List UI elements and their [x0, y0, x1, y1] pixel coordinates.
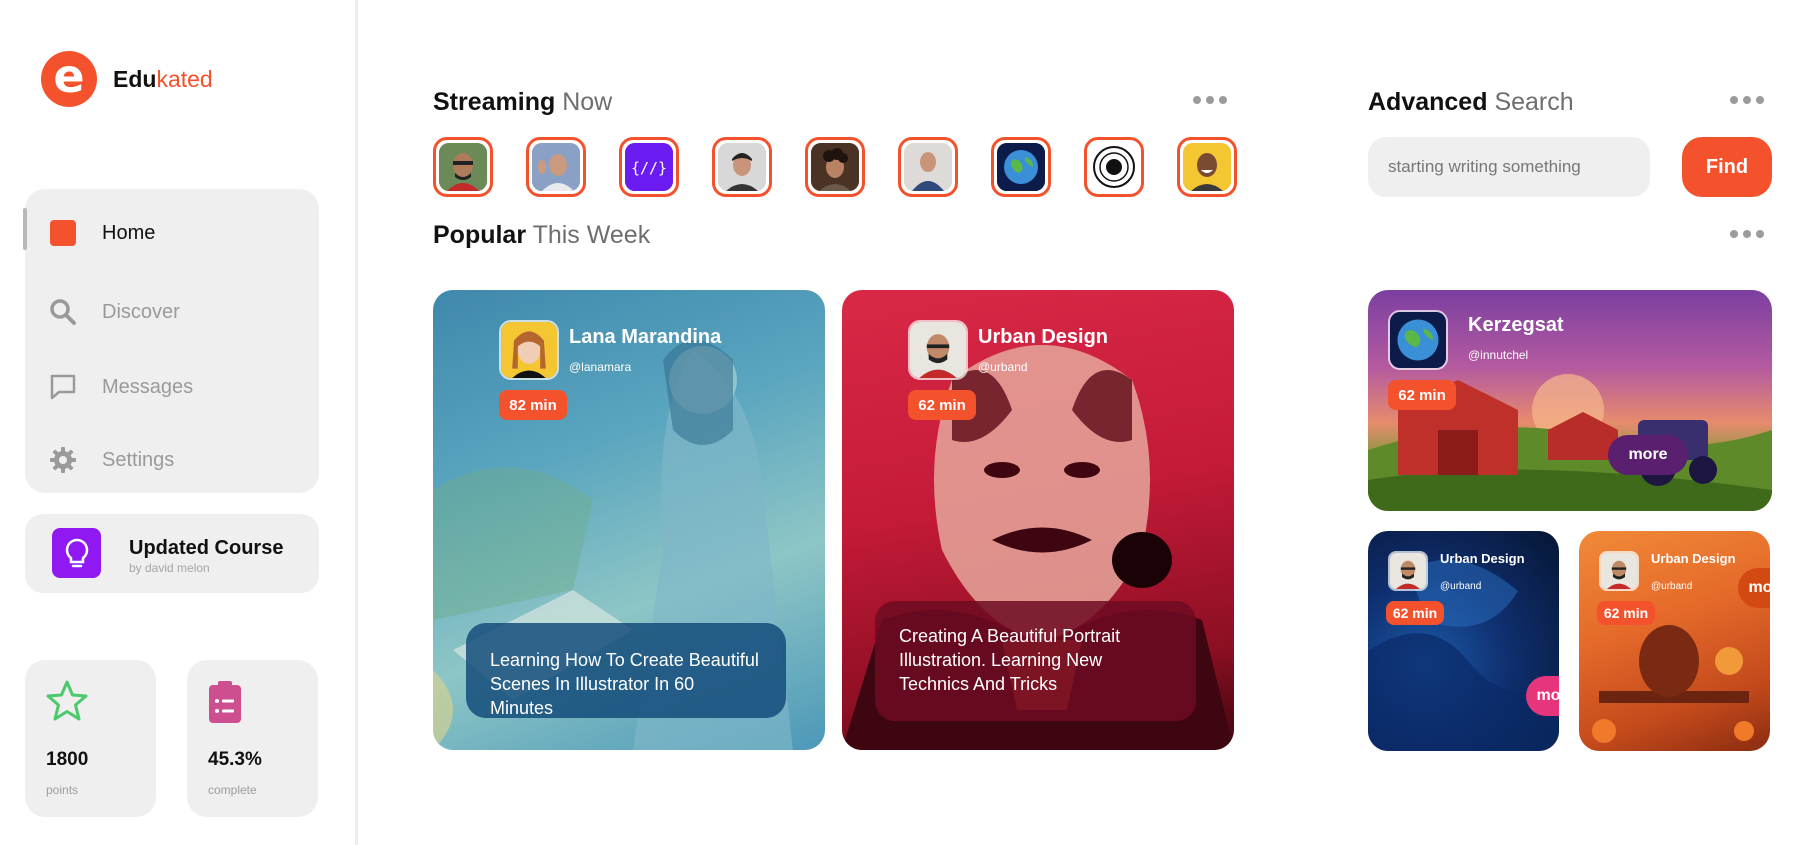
- course-title: Updated Course: [129, 537, 284, 559]
- star-icon: [45, 679, 89, 728]
- brand-name-part1: Edu: [113, 65, 157, 92]
- sidebar-item-home[interactable]: Home: [48, 213, 155, 253]
- complete-stat-card: 45.3% complete: [187, 660, 318, 817]
- avatar-man-glasses: [439, 143, 487, 191]
- course-subtitle: by david melon: [129, 561, 210, 575]
- more-button[interactable]: more: [1608, 435, 1688, 475]
- seal-logo-icon: [1090, 143, 1138, 191]
- more-button[interactable]: more: [1526, 676, 1559, 716]
- side-course-card[interactable]: Urban Design @urband 62 min more: [1368, 531, 1559, 751]
- author-avatar: [1388, 551, 1428, 591]
- stream-avatar[interactable]: [991, 137, 1051, 197]
- avatar-man-waving: [532, 143, 580, 191]
- advanced-search-heading: Advanced Search: [1368, 88, 1574, 116]
- lightbulb-icon: [52, 528, 101, 578]
- sidebar-item-label: Discover: [102, 300, 180, 323]
- stream-avatar[interactable]: [898, 137, 958, 197]
- stream-avatar[interactable]: {//}: [619, 137, 679, 197]
- card-author-handle: @urband: [978, 360, 1028, 374]
- stream-avatar[interactable]: [1084, 137, 1144, 197]
- card-description: Creating A Beautiful Portrait Illustrati…: [875, 601, 1196, 721]
- popular-course-card[interactable]: Urban Design @urband 62 min Creating A B…: [842, 290, 1234, 750]
- brand-name: Edukated: [113, 66, 213, 93]
- clipboard-icon: [207, 679, 243, 730]
- globe-logo-icon: [1388, 310, 1448, 370]
- popular-this-week-heading: Popular This Week: [433, 221, 651, 249]
- avatar-man-dark-hair: [718, 143, 766, 191]
- search-input[interactable]: [1368, 137, 1650, 197]
- svg-text:{//}: {//}: [631, 159, 667, 177]
- gear-icon: [48, 445, 78, 475]
- complete-label: complete: [208, 783, 257, 797]
- author-avatar: [908, 320, 968, 380]
- updated-course-card[interactable]: Updated Course by david melon: [25, 514, 319, 593]
- home-square-icon: [48, 218, 78, 248]
- message-icon: [48, 372, 78, 402]
- code-logo-icon: {//}: [625, 143, 673, 191]
- card-description: Learning How To Create Beautiful Scenes …: [466, 623, 786, 718]
- streaming-more-menu[interactable]: [1193, 96, 1227, 104]
- sidebar: e Edukated Home Discover Messages Settin…: [0, 0, 358, 845]
- stream-avatar[interactable]: [805, 137, 865, 197]
- brand-name-part2: kated: [156, 65, 213, 92]
- card-author-handle: @urband: [1651, 581, 1693, 592]
- duration-badge: 82 min: [499, 390, 567, 420]
- globe-logo-icon: [997, 143, 1045, 191]
- side-course-card[interactable]: Urban Design @urband 62 min more: [1579, 531, 1770, 751]
- avatar-man-smiling: [1183, 143, 1231, 191]
- points-label: points: [46, 783, 79, 797]
- more-button[interactable]: more: [1738, 568, 1770, 608]
- stream-avatar[interactable]: [1177, 137, 1237, 197]
- brand-logo: e: [41, 51, 97, 107]
- avatar-man-curly: [811, 143, 859, 191]
- sidebar-item-label: Settings: [102, 448, 175, 471]
- card-author-handle: @lanamara: [569, 360, 632, 374]
- featured-course-card[interactable]: Kerzegsat @innutchel 62 min more: [1368, 290, 1772, 511]
- author-avatar: [499, 320, 559, 380]
- duration-badge: 62 min: [1597, 601, 1655, 625]
- nav-active-indicator: [23, 208, 27, 250]
- stream-avatar[interactable]: [712, 137, 772, 197]
- streaming-avatar-row: {//}: [433, 137, 1237, 197]
- stream-avatar[interactable]: [433, 137, 493, 197]
- avatar-man-tshirt: [904, 143, 952, 191]
- find-button[interactable]: Find: [1682, 137, 1772, 197]
- duration-badge: 62 min: [1388, 380, 1456, 410]
- duration-badge: 62 min: [908, 390, 976, 420]
- streaming-now-heading: Streaming Now: [433, 88, 613, 116]
- points-stat-card: 1800 points: [25, 660, 156, 817]
- sidebar-item-discover[interactable]: Discover: [48, 292, 180, 332]
- search-icon: [48, 297, 78, 327]
- sidebar-item-label: Home: [102, 221, 156, 244]
- search-more-menu[interactable]: [1730, 96, 1764, 104]
- card-author-handle: @innutchel: [1468, 348, 1529, 362]
- stream-avatar[interactable]: [526, 137, 586, 197]
- sidebar-item-label: Messages: [102, 375, 194, 398]
- complete-value: 45.3%: [208, 749, 262, 770]
- app-root: e Edukated Home Discover Messages Settin…: [0, 0, 1801, 845]
- duration-badge: 62 min: [1386, 601, 1444, 625]
- popular-course-card[interactable]: Lana Marandina @lanamara 82 min Learning…: [433, 290, 825, 750]
- sidebar-item-settings[interactable]: Settings: [48, 440, 174, 480]
- side-cards-more-menu[interactable]: [1730, 230, 1764, 238]
- points-value: 1800: [46, 749, 89, 770]
- brand[interactable]: e Edukated: [41, 51, 213, 107]
- sidebar-item-messages[interactable]: Messages: [48, 367, 193, 407]
- card-author-handle: @urband: [1440, 581, 1482, 592]
- author-avatar: [1599, 551, 1639, 591]
